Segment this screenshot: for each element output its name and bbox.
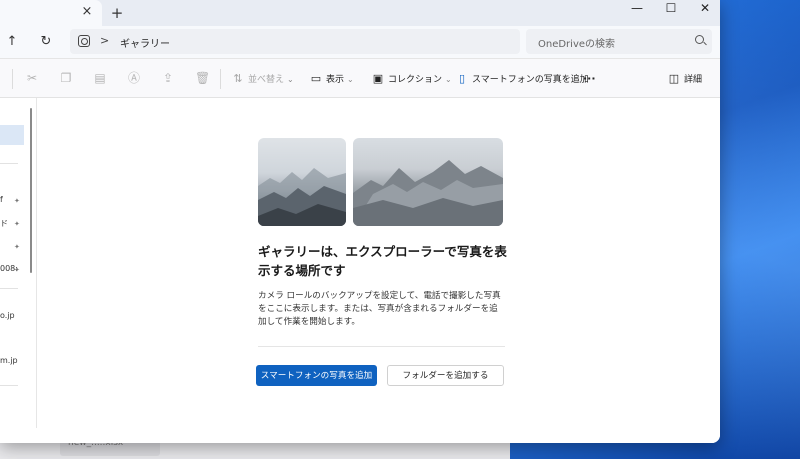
path-field[interactable]: > ギャラリー	[70, 29, 520, 54]
sidebar-item-label[interactable]: ド	[0, 218, 8, 229]
file-explorer-window: × + — ☐ ✕ ↑ ↻ > ギャラリー OneDriveの検索 ✂ ❐ ▤ …	[0, 0, 720, 443]
toolbar-divider	[220, 69, 221, 89]
search-box[interactable]: OneDriveの検索	[526, 29, 712, 54]
sidebar-divider	[0, 288, 18, 289]
paste-icon[interactable]: ▤	[93, 71, 107, 85]
close-button[interactable]: ✕	[688, 0, 720, 20]
maximize-button[interactable]: ☐	[654, 0, 688, 20]
chevron-down-icon: ⌄	[287, 75, 294, 84]
toolbar-divider	[12, 69, 13, 89]
empty-state-heading: ギャラリーは、エクスプローラーで写真を表示する場所です	[258, 244, 507, 278]
sidebar-item-label[interactable]: o.jp	[0, 311, 15, 320]
search-placeholder: OneDriveの検索	[538, 39, 616, 50]
refresh-icon[interactable]: ↻	[38, 34, 54, 50]
sidebar-scrollbar[interactable]	[30, 108, 32, 273]
sidebar-divider	[0, 163, 18, 164]
add-phone-photos-toolbar-button[interactable]: ▯ スマートフォンの写真を追加	[456, 69, 589, 89]
add-phone-photos-button[interactable]: スマートフォンの写真を追加	[256, 365, 377, 386]
explorer-tab[interactable]: ×	[0, 0, 102, 26]
sidebar-item-label[interactable]: m.jp	[0, 356, 18, 365]
pin-icon: ✦	[14, 266, 20, 274]
sidebar-divider	[0, 385, 18, 386]
navigation-pane: f ✦ ド ✦ ✦ 008: ✦ o.jp m.jp	[0, 98, 37, 428]
collection-button[interactable]: ▣ コレクション ⌄	[372, 69, 452, 89]
landscape-illustration-left	[258, 138, 346, 226]
breadcrumb-gallery[interactable]: ギャラリー	[120, 35, 170, 50]
landscape-illustration-right	[353, 138, 503, 226]
sort-icon: ⇅	[233, 72, 243, 85]
new-tab-button[interactable]: +	[108, 4, 126, 22]
add-phone-photos-label: スマートフォンの写真を追加	[472, 75, 589, 85]
chevron-right-icon: >	[100, 34, 110, 47]
rename-icon[interactable]: Ⓐ	[127, 71, 141, 85]
view-label: 表示	[326, 75, 345, 85]
sidebar-item-selected[interactable]	[0, 125, 24, 145]
collection-icon: ▣	[372, 72, 384, 85]
command-bar: ✂ ❐ ▤ Ⓐ ⇪ 🗑 ⇅ 並べ替え ⌄ ▭ 表示 ⌄ ▣ コレクション ⌄ ▯ スマートフォ…	[0, 58, 720, 98]
collection-label: コレクション	[388, 75, 443, 85]
gallery-icon	[78, 35, 90, 47]
details-button[interactable]: ◫ 詳細	[668, 69, 702, 89]
sidebar-item-label[interactable]: f	[0, 195, 3, 204]
tab-close-icon[interactable]: ×	[80, 4, 94, 20]
sort-button[interactable]: ⇅ 並べ替え ⌄	[232, 69, 294, 89]
copy-icon[interactable]: ❐	[59, 71, 73, 85]
phone-add-icon: ▯	[458, 72, 466, 85]
cut-icon[interactable]: ✂	[25, 71, 39, 85]
add-folder-button[interactable]: フォルダーを追加する	[387, 365, 504, 386]
title-bar: × + — ☐ ✕	[0, 0, 720, 26]
view-button[interactable]: ▭ 表示 ⌄	[310, 69, 354, 89]
up-icon[interactable]: ↑	[4, 34, 20, 50]
details-label: 詳細	[684, 75, 703, 85]
pin-icon: ✦	[14, 197, 20, 205]
more-options-button[interactable]: ···	[583, 69, 596, 89]
share-icon[interactable]: ⇪	[161, 71, 175, 85]
search-icon[interactable]	[695, 35, 704, 44]
content-area: f ✦ ド ✦ ✦ 008: ✦ o.jp m.jp ギャラリーは、エクスプロー…	[0, 98, 720, 443]
minimize-button[interactable]: —	[620, 0, 654, 20]
view-icon: ▭	[310, 72, 322, 85]
pin-icon: ✦	[14, 243, 20, 251]
pin-icon: ✦	[14, 220, 20, 228]
details-pane-icon: ◫	[668, 72, 680, 85]
chevron-down-icon: ⌄	[347, 75, 354, 84]
empty-state-description: カメラ ロールのバックアップを設定して、電話で撮影した写真をここに表示します。ま…	[258, 291, 501, 327]
sort-label: 並べ替え	[248, 75, 285, 85]
empty-state-divider	[258, 346, 505, 347]
address-bar: ↑ ↻ > ギャラリー OneDriveの検索	[0, 26, 720, 58]
chevron-down-icon: ⌄	[445, 75, 452, 84]
delete-icon[interactable]: 🗑	[195, 71, 210, 85]
